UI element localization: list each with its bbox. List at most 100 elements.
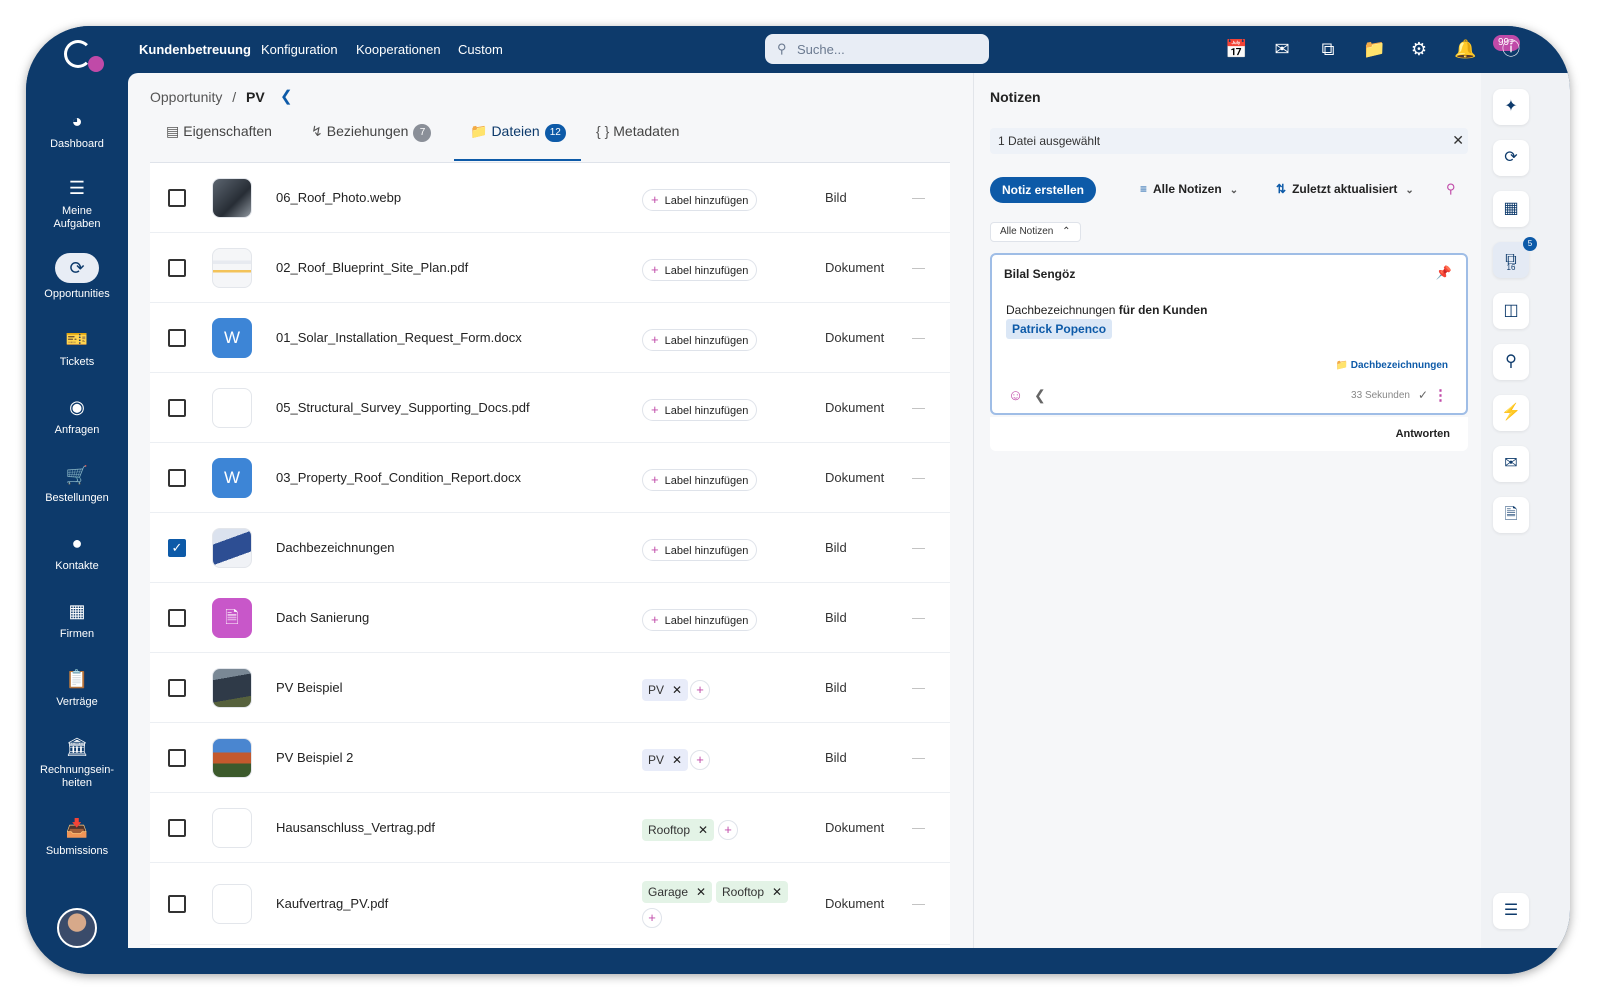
table-row[interactable]: 05_Structural_Survey_Supporting_Docs.pdf… <box>150 373 950 443</box>
mention-tag[interactable]: Patrick Popenco <box>1006 319 1113 339</box>
remove-icon[interactable]: ✕ <box>698 823 708 837</box>
file-name[interactable]: 05_Structural_Survey_Supporting_Docs.pdf <box>276 400 530 415</box>
note-card[interactable]: Bilal Sengöz 📌 Dachbezeichnungen für den… <box>990 253 1468 415</box>
add-label-button[interactable]: + Label hinzufügen <box>642 469 758 491</box>
row-checkbox[interactable] <box>168 895 186 913</box>
document-icon[interactable]: 🗎 <box>1493 497 1529 533</box>
label-chip[interactable]: Garage ✕ <box>642 881 713 903</box>
share-icon[interactable]: ❮ <box>1034 387 1046 404</box>
breadcrumb-parent[interactable]: Opportunity <box>150 89 222 105</box>
row-checkbox[interactable] <box>168 189 186 207</box>
file-name[interactable]: 02_Roof_Blueprint_Site_Plan.pdf <box>276 260 468 275</box>
mail-icon[interactable]: ✉ <box>1493 446 1529 482</box>
search-box[interactable]: ⚲ <box>765 34 989 64</box>
file-name[interactable]: Dach Sanierung <box>276 610 369 625</box>
all-notes-toggle[interactable]: Alle Notizen ⌃ <box>990 222 1081 242</box>
sidebar-item-vertraege[interactable]: 📋 Verträge <box>26 667 128 709</box>
sidebar-item-tickets[interactable]: 🎫 Tickets <box>26 327 128 369</box>
table-row[interactable]: W 03_Property_Roof_Condition_Report.docx… <box>150 443 950 513</box>
sidebar-item-firmen[interactable]: ▦ Firmen <box>26 599 128 641</box>
add-label-button[interactable]: + Label hinzufügen <box>642 329 758 351</box>
remove-icon[interactable]: ✕ <box>672 683 682 697</box>
sidebar-item-anfragen[interactable]: ◉ Anfragen <box>26 395 128 437</box>
table-row[interactable]: 🗎 Dach Sanierung + Label hinzufügen Bild … <box>150 583 950 653</box>
row-checkbox[interactable] <box>168 679 186 697</box>
row-checkbox[interactable] <box>168 609 186 627</box>
file-name[interactable]: Kaufvertrag_PV.pdf <box>276 896 388 911</box>
notes-filter-dropdown[interactable]: ≡ Alle Notizen ⌄ <box>1140 182 1238 196</box>
row-checkbox[interactable]: ✓ <box>168 539 186 557</box>
apps-icon[interactable]: ▦ <box>1493 191 1529 227</box>
file-name[interactable]: PV Beispiel 2 <box>276 750 353 765</box>
tab-eigenschaften[interactable]: ▤ Eigenschaften <box>166 123 272 161</box>
table-row[interactable]: PV Beispiel PV ✕ + Bild — <box>150 653 950 723</box>
history-icon[interactable]: ⟳ <box>1493 140 1529 176</box>
remove-icon[interactable]: ✕ <box>772 885 782 899</box>
share-icon[interactable]: ❮ <box>280 87 293 105</box>
add-label-button[interactable]: + Label hinzufügen <box>642 189 758 211</box>
network-icon[interactable]: ⚲ <box>1493 344 1529 380</box>
table-row[interactable]: 02_Roof_Blueprint_Site_Plan.pdf + Label h… <box>150 233 950 303</box>
avatar[interactable] <box>57 908 97 948</box>
label-chip[interactable]: Rooftop ✕ <box>642 819 715 841</box>
label-chip[interactable]: PV ✕ <box>642 679 689 701</box>
reply-button[interactable]: Antworten <box>1396 428 1450 440</box>
sidebar-item-tasks[interactable]: ☰ Meine Aufgaben <box>26 176 128 231</box>
tab-beziehungen[interactable]: ↯ Beziehungen 7 <box>311 123 432 161</box>
file-name[interactable]: 01_Solar_Installation_Request_Form.docx <box>276 330 522 345</box>
nav-custom[interactable]: Custom <box>458 42 503 57</box>
add-label-button[interactable]: + Label hinzufügen <box>642 259 758 281</box>
file-name[interactable]: PV Beispiel <box>276 680 342 695</box>
file-name[interactable]: 06_Roof_Photo.webp <box>276 190 401 205</box>
row-checkbox[interactable] <box>168 749 186 767</box>
settings-icon[interactable]: ⚙ <box>1408 38 1430 60</box>
copy-icon[interactable]: ⧉ <box>1317 38 1339 60</box>
more-vertical-icon[interactable]: ⋮ <box>1433 386 1448 404</box>
notes-sort-dropdown[interactable]: ⇅ Zuletzt aktualisiert ⌄ <box>1276 182 1414 196</box>
add-label-icon[interactable]: + <box>642 908 662 928</box>
folder-icon[interactable]: 📁 <box>1363 38 1385 60</box>
sidebar-item-submissions[interactable]: 📥 Submissions <box>26 816 128 858</box>
search-input[interactable] <box>797 34 982 64</box>
row-checkbox[interactable] <box>168 469 186 487</box>
add-label-button[interactable]: + Label hinzufügen <box>642 609 758 631</box>
sidebar-item-rechnungseinheiten[interactable]: 🏛 Rechnungsein-heiten <box>26 735 128 790</box>
sidebar-item-kontakte[interactable]: ● Kontakte <box>26 531 128 573</box>
sparkle-icon[interactable]: ✦ <box>1493 89 1529 125</box>
bolt-icon[interactable]: ⚡ <box>1493 395 1529 431</box>
file-name[interactable]: Hausanschluss_Vertrag.pdf <box>276 820 435 835</box>
table-row[interactable]: 06_Roof_Photo.webp + Label hinzufügen Bil… <box>150 163 950 233</box>
info-icon[interactable]: ⓘ <box>1500 38 1522 60</box>
close-icon[interactable]: ✕ <box>1452 132 1464 149</box>
calendar-icon[interactable]: 📅 <box>1225 38 1247 60</box>
add-label-icon[interactable]: + <box>718 820 738 840</box>
sidebar-item-dashboard[interactable]: ◕ Dashboard <box>26 109 128 151</box>
row-checkbox[interactable] <box>168 819 186 837</box>
add-label-icon[interactable]: + <box>690 750 710 770</box>
table-row[interactable]: Kaufvertrag_PV.pdf Garage ✕ Rooftop ✕ + Do… <box>150 863 950 945</box>
nav-kooperationen[interactable]: Kooperationen <box>356 42 441 57</box>
search-icon[interactable]: ⚲ <box>1446 181 1456 197</box>
sidebar-item-opportunities[interactable]: ⟳ Opportunities <box>26 253 128 301</box>
sidebar-item-bestellungen[interactable]: 🛒 Bestellungen <box>26 463 128 505</box>
row-checkbox[interactable] <box>168 259 186 277</box>
hierarchy-icon[interactable]: ◫ <box>1493 293 1529 329</box>
table-row[interactable]: W 01_Solar_Installation_Request_Form.doc… <box>150 303 950 373</box>
bell-icon[interactable]: 🔔 <box>1454 38 1476 60</box>
emoji-icon[interactable]: ☺ <box>1008 387 1023 404</box>
remove-icon[interactable]: ✕ <box>672 753 682 767</box>
label-chip[interactable]: Rooftop ✕ <box>716 881 789 903</box>
add-label-button[interactable]: + Label hinzufügen <box>642 399 758 421</box>
file-name[interactable]: Dachbezeichnungen <box>276 540 395 555</box>
nav-konfiguration[interactable]: Konfiguration <box>261 42 338 57</box>
list-icon[interactable]: ☰ <box>1493 893 1529 929</box>
add-label-button[interactable]: + Label hinzufügen <box>642 539 758 561</box>
table-row[interactable]: PV Beispiel 2 PV ✕ + Bild — <box>150 723 950 793</box>
label-chip[interactable]: PV ✕ <box>642 749 689 771</box>
tab-metadaten[interactable]: { } Metadaten <box>596 123 679 161</box>
nav-kundenbetreuung[interactable]: Kundenbetreuung <box>139 42 251 57</box>
row-checkbox[interactable] <box>168 329 186 347</box>
table-row[interactable]: ✓ Dachbezeichnungen + Label hinzufügen Bi… <box>150 513 950 583</box>
mail-icon[interactable]: ✉ <box>1271 38 1293 60</box>
row-checkbox[interactable] <box>168 399 186 417</box>
